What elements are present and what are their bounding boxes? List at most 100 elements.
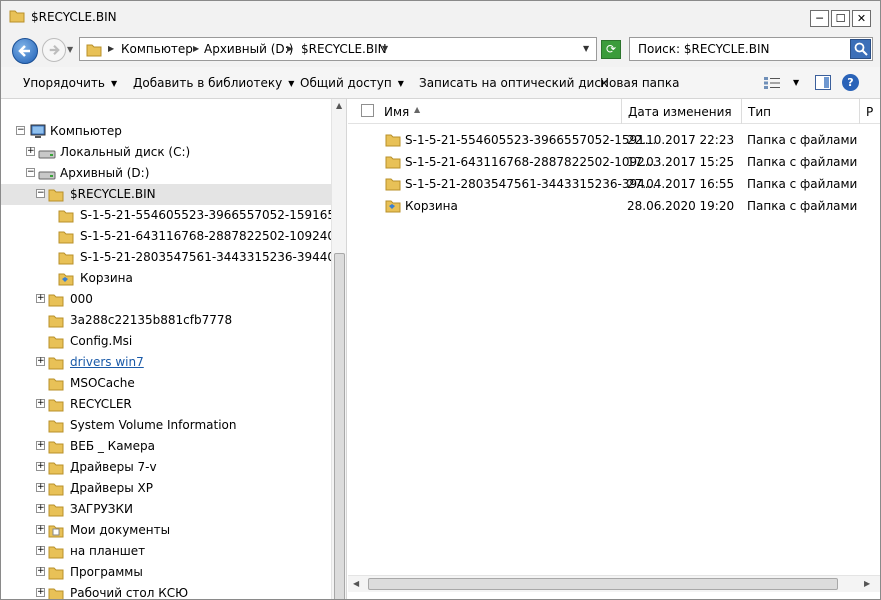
tree-item[interactable]: + drivers win7 [1, 352, 331, 373]
organize-button[interactable]: Упорядочить ▼ [23, 76, 117, 90]
tree-item[interactable]: + ЗАГРУЗКИ [1, 499, 331, 520]
expand-toggle-icon[interactable]: + [36, 525, 45, 534]
breadcrumb-separator[interactable]: ▶ [287, 44, 293, 53]
navigation-scrollbar[interactable]: ▲ [331, 99, 346, 599]
tree-item[interactable]: + RECYCLER [1, 394, 331, 415]
tree-item[interactable]: Config.Msi [1, 331, 331, 352]
expand-toggle-icon[interactable]: + [36, 546, 45, 555]
tree-item[interactable]: S-1-5-21-643116768-2887822502-1092404193… [1, 226, 346, 247]
expand-toggle-icon[interactable]: + [36, 294, 45, 303]
breadcrumb-drive-d[interactable]: Архивный (D:) [204, 42, 293, 56]
recent-pages-dropdown[interactable]: ▼ [67, 45, 73, 54]
folder-icon [48, 292, 64, 310]
folder-icon [48, 397, 64, 415]
column-type[interactable]: Тип [742, 99, 860, 124]
breadcrumb-recycle-bin[interactable]: $RECYCLE.BIN [301, 42, 387, 56]
close-button[interactable]: ✕ [852, 10, 871, 27]
tree-item[interactable]: S-1-5-21-2803547561-3443315236-394403518… [1, 247, 346, 268]
preview-pane-icon[interactable] [815, 75, 831, 90]
help-icon[interactable]: ? [842, 74, 859, 91]
back-button[interactable] [12, 38, 38, 64]
tree-item[interactable]: + Локальный диск (C:) [1, 142, 331, 163]
horizontal-scrollbar[interactable]: ◀ ▶ [348, 575, 880, 592]
file-row[interactable]: S-1-5-21-643116768-2887822502-1092... 17.… [348, 151, 880, 173]
folder-icon [385, 176, 401, 194]
expand-toggle-icon[interactable]: + [36, 462, 45, 471]
refresh-button[interactable]: ⟳ [601, 40, 621, 59]
expand-toggle-icon[interactable]: + [36, 441, 45, 450]
expand-toggle-icon[interactable]: + [26, 147, 35, 156]
collapse-toggle-icon[interactable]: − [16, 126, 25, 135]
tree-item[interactable]: − $RECYCLE.BIN [1, 184, 331, 205]
tree-item-label: Компьютер [50, 124, 122, 138]
column-name-label: Имя [384, 105, 410, 119]
column-size[interactable]: Р [860, 99, 880, 124]
forward-button[interactable] [42, 38, 66, 62]
expand-toggle-icon[interactable]: + [36, 567, 45, 576]
breadcrumb-separator[interactable]: ▶ [108, 44, 114, 53]
new-folder-button[interactable]: Новая папка [600, 76, 679, 90]
address-history-dropdown[interactable]: ▼ [583, 44, 589, 53]
file-type: Папка с файлами [747, 177, 858, 191]
breadcrumb-separator[interactable]: ▶ [193, 44, 199, 53]
folder-icon [48, 586, 64, 599]
recycle-folder-icon [58, 271, 74, 289]
select-all-checkbox[interactable] [361, 104, 374, 117]
view-options-dropdown[interactable]: ▼ [793, 78, 799, 87]
tree-item[interactable]: + Программы [1, 562, 331, 583]
minimize-button[interactable]: ─ [810, 10, 829, 27]
maximize-button[interactable]: ☐ [831, 10, 850, 27]
tree-item[interactable]: − Архивный (D:) [1, 163, 331, 184]
arrow-left-icon [18, 45, 30, 57]
scroll-left-arrow[interactable]: ◀ [353, 579, 359, 588]
add-to-library-button[interactable]: Добавить в библиотеку ▼ [133, 76, 294, 90]
tree-item[interactable]: + Драйверы 7-v [1, 457, 331, 478]
expand-toggle-icon[interactable]: + [36, 357, 45, 366]
tree-item-label: 000 [70, 292, 93, 306]
address-field[interactable]: ▶ Компьютер ▶ Архивный (D:) ▶ $RECYCLE.B… [79, 37, 597, 61]
file-date: 17.03.2017 15:25 [627, 155, 735, 169]
folder-icon [58, 250, 74, 268]
tree-item[interactable]: S-1-5-21-554605523-3966557052-1591658375… [1, 205, 346, 226]
expand-toggle-icon[interactable]: + [36, 504, 45, 513]
expand-toggle-icon[interactable]: + [36, 588, 45, 597]
documents-folder-icon [48, 523, 64, 541]
burn-button[interactable]: Записать на оптический диск [419, 76, 608, 90]
file-row[interactable]: S-1-5-21-554605523-3966557052-1591... 22.… [348, 129, 880, 151]
file-row[interactable]: Корзина 28.06.2020 19:20 Папка с файлами [348, 195, 880, 217]
scroll-right-arrow[interactable]: ▶ [864, 579, 870, 588]
search-button[interactable] [850, 39, 871, 59]
tree-item[interactable]: + Драйверы XP [1, 478, 331, 499]
drive-icon [38, 166, 56, 185]
collapse-toggle-icon[interactable]: − [26, 168, 35, 177]
breadcrumb-separator[interactable]: ▼ [382, 44, 388, 53]
tree-item[interactable]: + на планшет [1, 541, 331, 562]
tree-item[interactable]: Корзина [1, 268, 331, 289]
column-name[interactable]: Имя ▲ [348, 99, 622, 124]
scrollbar-thumb[interactable] [368, 578, 838, 590]
folder-icon [48, 376, 64, 394]
expand-toggle-icon[interactable]: + [36, 483, 45, 492]
share-button[interactable]: Общий доступ ▼ [300, 76, 404, 90]
search-placeholder[interactable]: Поиск: $RECYCLE.BIN [638, 42, 769, 56]
tree-item[interactable]: MSOCache [1, 373, 331, 394]
scrollbar-thumb[interactable] [334, 253, 345, 599]
tree-item[interactable]: 3a288c22135b881cfb7778 [1, 310, 331, 331]
search-field[interactable]: Поиск: $RECYCLE.BIN [629, 37, 873, 61]
tree-item[interactable]: + Рабочий стол КСЮ [1, 583, 331, 599]
expand-toggle-icon[interactable]: + [36, 399, 45, 408]
computer-icon [29, 124, 47, 143]
file-row[interactable]: S-1-5-21-2803547561-3443315236-394... 27.… [348, 173, 880, 195]
tree-item[interactable]: + Мои документы [1, 520, 331, 541]
folder-icon [48, 439, 64, 457]
collapse-toggle-icon[interactable]: − [36, 189, 45, 198]
tree-item[interactable]: System Volume Information [1, 415, 331, 436]
tree-item[interactable]: − Компьютер [1, 121, 331, 142]
view-options-icon[interactable] [763, 76, 781, 93]
tree-item[interactable]: +000 [1, 289, 331, 310]
scroll-up-arrow[interactable]: ▲ [336, 101, 342, 110]
breadcrumb-computer[interactable]: Компьютер [121, 42, 193, 56]
tree-item[interactable]: + ВЕБ _ Камера [1, 436, 331, 457]
column-date[interactable]: Дата изменения [622, 99, 742, 124]
folder-icon [48, 502, 64, 520]
